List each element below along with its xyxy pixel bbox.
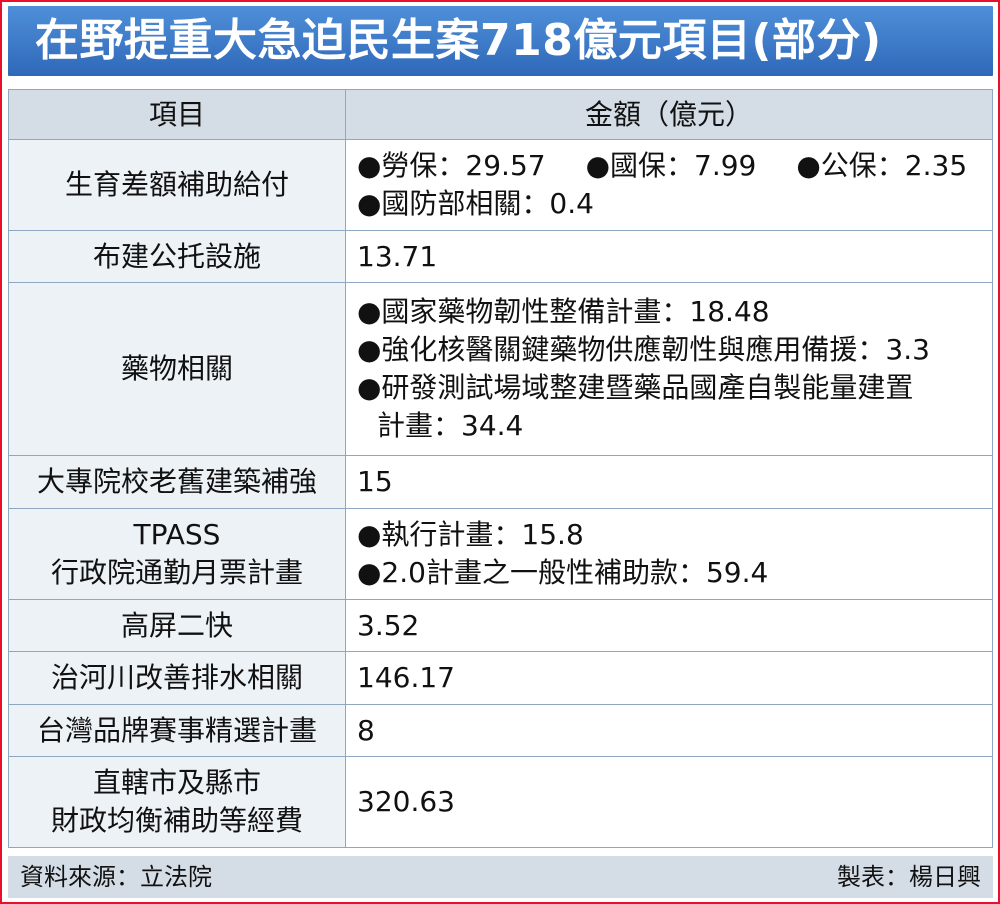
- amount-cell: 15: [345, 455, 993, 509]
- item-label: 高屏二快: [120, 608, 233, 642]
- amount-value: 15: [357, 465, 393, 498]
- table-row: 直轄市及縣市 財政均衡補助等經費 320.63: [8, 756, 993, 848]
- item-label: 布建公托設施: [92, 239, 261, 273]
- table-row: 藥物相關 ●國家藥物韌性整備計畫：18.48 ●強化核醫關鍵藥物供應韌性與應用備…: [8, 282, 993, 456]
- item-cell: 台灣品牌賽事精選計畫: [8, 704, 346, 757]
- item-label: 直轄市及縣市: [92, 766, 261, 799]
- amount-value: 8: [357, 713, 375, 747]
- amount-value: 146.17: [357, 661, 455, 694]
- amount-entry: ●公保：2.35: [796, 149, 968, 182]
- table-row: 大專院校老舊建築補強 15: [8, 455, 993, 509]
- amount-cell: 3.52: [345, 599, 993, 652]
- table-row: TPASS 行政院通勤月票計畫 ●執行計畫：15.8 ●2.0計畫之一般性補助款…: [8, 508, 993, 600]
- amount-cell: 146.17: [345, 651, 993, 705]
- amount-value: 320.63: [357, 785, 455, 818]
- table-row: 布建公托設施 13.71: [8, 230, 993, 283]
- item-label: 台灣品牌賽事精選計畫: [36, 713, 317, 747]
- table-header-row: 項目 金額（億元）: [8, 89, 993, 140]
- amount-cell: ●執行計畫：15.8 ●2.0計畫之一般性補助款：59.4: [345, 508, 993, 600]
- amount-entry: ●勞保：29.57: [357, 149, 546, 182]
- amount-line: ●勞保：29.57 ●國保：7.99 ●公保：2.35: [357, 147, 988, 185]
- table-row: 高屏二快 3.52: [8, 599, 993, 652]
- infographic-title: 在野提重大急迫民生案718億元項目(部分): [8, 6, 993, 76]
- amount-line: ●國防部相關：0.4: [357, 185, 988, 223]
- amount-cell: 320.63: [345, 756, 993, 848]
- source-note: 資料來源：立法院: [20, 863, 212, 891]
- amount-line: ●研發測試場域整建暨藥品國產自製能量建置: [357, 371, 914, 404]
- amount-cell: ●勞保：29.57 ●國保：7.99 ●公保：2.35 ●國防部相關：0.4: [345, 139, 993, 231]
- table-row: 治河川改善排水相關 146.17: [8, 651, 993, 705]
- item-cell: 直轄市及縣市 財政均衡補助等經費: [8, 756, 346, 848]
- infographic-frame: 在野提重大急迫民生案718億元項目(部分) 項目 金額（億元） 生育差額補助給付…: [0, 0, 1000, 904]
- amount-value: 13.71: [357, 239, 438, 273]
- budget-table: 項目 金額（億元） 生育差額補助給付 ●勞保：29.57 ●國保：7.99 ●公保：…: [8, 89, 993, 848]
- item-cell: 大專院校老舊建築補強: [8, 455, 346, 509]
- item-cell: 生育差額補助給付: [8, 139, 346, 231]
- item-label: 治河川改善排水相關: [50, 661, 303, 694]
- item-label: TPASS: [133, 518, 221, 551]
- amount-line: ●2.0計畫之一般性補助款：59.4: [357, 556, 769, 589]
- item-label: 生育差額補助給付: [64, 168, 289, 201]
- amount-line: ●強化核醫關鍵藥物供應韌性與應用備援：3.3: [357, 333, 930, 366]
- author-credit: 製表：楊日興: [837, 863, 981, 891]
- item-label: 藥物相關: [120, 352, 233, 385]
- item-cell: TPASS 行政院通勤月票計畫: [8, 508, 346, 600]
- footer-bar: 資料來源：立法院 製表：楊日興: [8, 856, 993, 898]
- amount-cell: ●國家藥物韌性整備計畫：18.48 ●強化核醫關鍵藥物供應韌性與應用備援：3.3…: [345, 282, 993, 456]
- item-column-header: 項目: [8, 89, 346, 140]
- item-label: 財政均衡補助等經費: [50, 804, 303, 837]
- item-cell: 治河川改善排水相關: [8, 651, 346, 705]
- amount-line: ●執行計畫：15.8: [357, 518, 584, 551]
- item-cell: 藥物相關: [8, 282, 346, 456]
- amount-entry: ●國保：7.99: [585, 149, 757, 182]
- amount-column-header: 金額（億元）: [345, 89, 993, 140]
- table-row: 台灣品牌賽事精選計畫 8: [8, 704, 993, 757]
- amount-line: ●國家藥物韌性整備計畫：18.48: [357, 295, 770, 328]
- amount-cell: 13.71: [345, 230, 993, 283]
- amount-cell: 8: [345, 704, 993, 757]
- amount-value: 3.52: [357, 608, 420, 642]
- amount-line: 計畫：34.4: [377, 409, 524, 442]
- item-label: 大專院校老舊建築補強: [36, 465, 317, 498]
- amount-entry: ●國防部相關：0.4: [357, 187, 594, 220]
- item-label: 行政院通勤月票計畫: [50, 556, 303, 589]
- item-cell: 布建公托設施: [8, 230, 346, 283]
- table-row: 生育差額補助給付 ●勞保：29.57 ●國保：7.99 ●公保：2.35 ●國防部相…: [8, 139, 993, 231]
- item-cell: 高屏二快: [8, 599, 346, 652]
